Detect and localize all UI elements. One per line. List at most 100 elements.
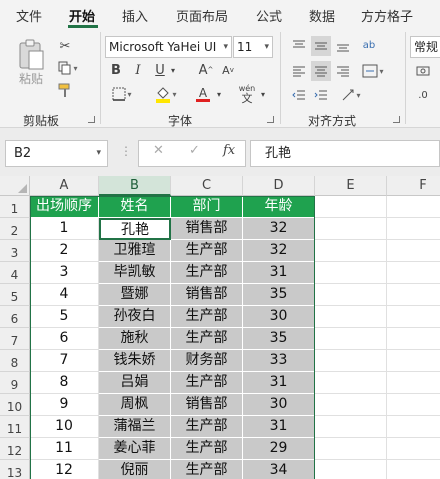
- merge-center-button[interactable]: ▾: [356, 61, 390, 81]
- table-cell[interactable]: 1: [30, 218, 99, 240]
- row-header[interactable]: 9: [0, 372, 30, 394]
- table-cell[interactable]: [387, 394, 440, 416]
- table-cell[interactable]: 生产部: [171, 328, 243, 350]
- formula-input[interactable]: 孔艳: [250, 140, 440, 167]
- table-cell[interactable]: 31: [243, 262, 315, 284]
- row-header[interactable]: 13: [0, 460, 30, 479]
- table-cell[interactable]: 孙夜白: [99, 306, 171, 328]
- insert-function-icon[interactable]: fx: [223, 143, 235, 158]
- table-cell[interactable]: [387, 328, 440, 350]
- align-center-button[interactable]: [311, 61, 331, 81]
- table-cell[interactable]: 生产部: [171, 262, 243, 284]
- tab-data[interactable]: 数据: [309, 6, 335, 25]
- font-launcher-icon[interactable]: [267, 116, 274, 123]
- row-header[interactable]: 5: [0, 284, 30, 306]
- table-cell[interactable]: 姜心菲: [99, 438, 171, 460]
- increase-decimal-button[interactable]: .0: [410, 85, 436, 105]
- table-cell[interactable]: 31: [243, 416, 315, 438]
- row-header[interactable]: 11: [0, 416, 30, 438]
- table-cell[interactable]: [315, 196, 387, 218]
- copy-button[interactable]: ▾: [54, 60, 82, 76]
- table-cell[interactable]: [387, 240, 440, 262]
- table-cell[interactable]: 钱朱娇: [99, 350, 171, 372]
- row-header[interactable]: 7: [0, 328, 30, 350]
- table-cell[interactable]: 周枫: [99, 394, 171, 416]
- table-cell[interactable]: 生产部: [171, 306, 243, 328]
- borders-button[interactable]: ▾: [107, 85, 137, 103]
- table-cell[interactable]: 35: [243, 284, 315, 306]
- table-cell[interactable]: [315, 240, 387, 262]
- table-cell[interactable]: 生产部: [171, 460, 243, 479]
- table-cell[interactable]: 生产部: [171, 240, 243, 262]
- table-cell[interactable]: [315, 284, 387, 306]
- align-bottom-button[interactable]: [333, 36, 353, 56]
- table-cell[interactable]: [387, 460, 440, 479]
- font-name-dropdown[interactable]: Microsoft YaHei UI ▾: [105, 36, 232, 58]
- align-left-button[interactable]: [289, 61, 309, 81]
- table-cell[interactable]: 生产部: [171, 438, 243, 460]
- table-cell[interactable]: 倪丽: [99, 460, 171, 479]
- table-cell[interactable]: 32: [243, 240, 315, 262]
- chevron-down-icon[interactable]: ▾: [168, 61, 178, 79]
- phonetic-button[interactable]: wén 文: [236, 83, 258, 105]
- table-cell[interactable]: 蒲福兰: [99, 416, 171, 438]
- table-cell[interactable]: 31: [243, 372, 315, 394]
- grow-font-button[interactable]: A ^: [197, 61, 215, 79]
- table-cell[interactable]: [315, 218, 387, 240]
- row-header[interactable]: 1: [0, 196, 30, 218]
- align-middle-button[interactable]: [311, 36, 331, 56]
- tab-formulas[interactable]: 公式: [256, 6, 282, 25]
- row-header[interactable]: 12: [0, 438, 30, 460]
- table-cell[interactable]: 4: [30, 284, 99, 306]
- col-header-a[interactable]: A: [30, 176, 99, 196]
- table-cell[interactable]: 销售部: [171, 394, 243, 416]
- table-cell[interactable]: 孔艳: [99, 218, 171, 240]
- alignment-launcher-icon[interactable]: [393, 116, 400, 123]
- row-header[interactable]: 8: [0, 350, 30, 372]
- row-header[interactable]: 10: [0, 394, 30, 416]
- shrink-font-button[interactable]: Av: [219, 61, 237, 79]
- table-cell[interactable]: 35: [243, 328, 315, 350]
- tab-file[interactable]: 文件: [16, 6, 42, 25]
- table-cell[interactable]: 卫雅瑄: [99, 240, 171, 262]
- table-cell[interactable]: 销售部: [171, 218, 243, 240]
- tab-page-layout[interactable]: 页面布局: [176, 6, 228, 25]
- fill-color-button[interactable]: ▾: [150, 84, 182, 104]
- row-header[interactable]: 4: [0, 262, 30, 284]
- table-cell[interactable]: 吕娟: [99, 372, 171, 394]
- paste-button[interactable]: [14, 38, 48, 72]
- table-cell[interactable]: [387, 350, 440, 372]
- underline-button[interactable]: U: [152, 61, 168, 79]
- table-header-cell[interactable]: 出场顺序: [30, 196, 99, 218]
- col-header-c[interactable]: C: [171, 176, 243, 196]
- table-cell[interactable]: [387, 306, 440, 328]
- chevron-down-icon[interactable]: ▾: [258, 86, 268, 102]
- table-header-cell[interactable]: 年龄: [243, 196, 315, 218]
- align-right-button[interactable]: [333, 61, 353, 81]
- wrap-text-button[interactable]: ab: [358, 34, 380, 56]
- table-cell[interactable]: 2: [30, 240, 99, 262]
- table-cell[interactable]: 30: [243, 306, 315, 328]
- table-cell[interactable]: [387, 438, 440, 460]
- number-format-dropdown[interactable]: 常规: [410, 36, 440, 58]
- table-cell[interactable]: 9: [30, 394, 99, 416]
- name-box[interactable]: B2 ▾: [5, 140, 108, 167]
- col-header-f[interactable]: F: [387, 176, 440, 196]
- cancel-icon[interactable]: ✕: [153, 143, 164, 158]
- currency-format-button[interactable]: [410, 61, 436, 81]
- col-header-b[interactable]: B: [99, 176, 171, 196]
- table-cell[interactable]: [387, 262, 440, 284]
- tab-fangfang[interactable]: 方方格子: [361, 6, 413, 25]
- table-cell[interactable]: 5: [30, 306, 99, 328]
- table-cell[interactable]: [315, 328, 387, 350]
- table-cell[interactable]: [315, 416, 387, 438]
- orientation-button[interactable]: ▾: [336, 85, 366, 105]
- decrease-indent-button[interactable]: [289, 85, 309, 105]
- table-cell[interactable]: 12: [30, 460, 99, 479]
- table-cell[interactable]: [315, 372, 387, 394]
- table-cell[interactable]: 销售部: [171, 284, 243, 306]
- table-cell[interactable]: [315, 262, 387, 284]
- table-cell[interactable]: [387, 218, 440, 240]
- table-cell[interactable]: [315, 460, 387, 479]
- table-cell[interactable]: [387, 196, 440, 218]
